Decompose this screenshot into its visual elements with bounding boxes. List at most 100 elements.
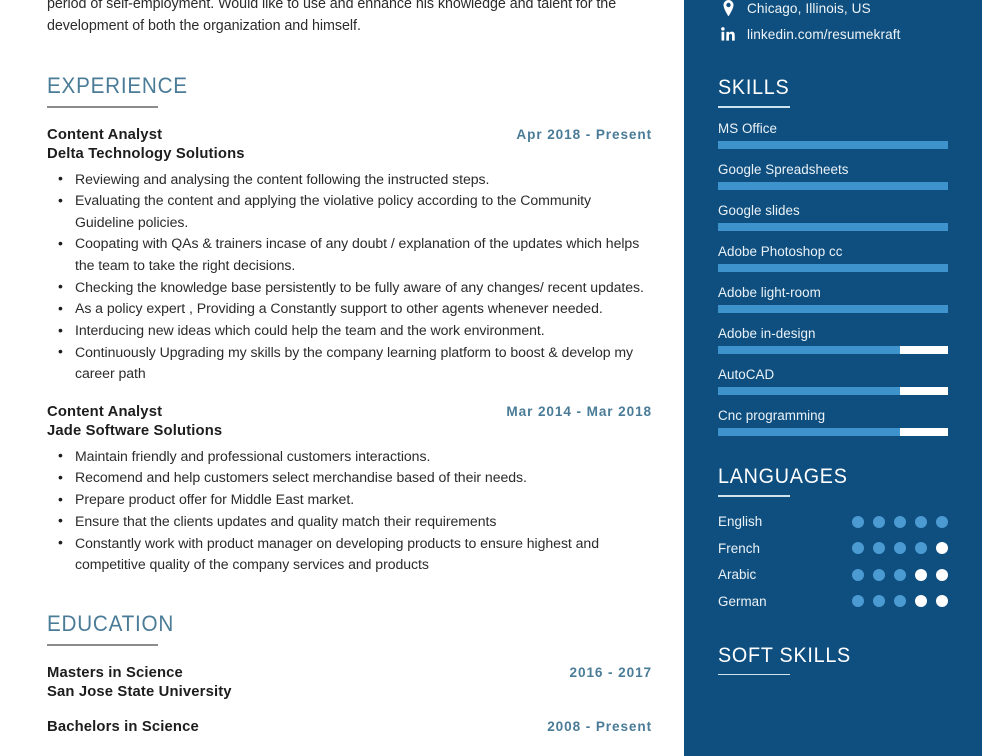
rating-dot [894,515,906,528]
skill-bar-fill [718,386,900,395]
skill-bar-fill [718,140,948,149]
skill-item: Cnc programming [718,408,948,436]
skill-label: AutoCAD [718,366,775,382]
rating-dot [915,595,927,608]
summary-line: period of self-employment. Would like to… [47,0,617,12]
skills-section-header: SKILLS [718,76,948,108]
summary-line: development of both the organization and… [47,17,361,34]
education-section-header: EDUCATION [47,611,652,646]
skill-item: Adobe light-room [718,285,948,313]
rating-dot [873,568,885,581]
skill-label: Google Spreadsheets [718,161,849,177]
resume-sidebar: 202 555 0120 Chicago, Illinois, US [684,0,982,756]
job-bullet-list: Maintain friendly and professional custo… [47,445,652,576]
language-label: German [718,593,767,609]
summary-section: challenges. Confident, eager to learn. H… [47,0,652,37]
experience-entry-header: Content Analyst Apr 2018 - Present [47,127,652,143]
skill-bar-fill [718,263,948,272]
experience-heading: EXPERIENCE [47,73,188,98]
job-bullet: Interducing new ideas which could help t… [47,320,652,342]
education-degree: Masters in Science [47,664,183,681]
job-date: Mar 2014 - Mar 2018 [506,403,652,419]
skill-bar-track [718,140,948,149]
languages-heading: LANGUAGES [718,464,848,488]
job-company: Jade Software Solutions [47,422,223,439]
rating-dot [915,515,927,528]
linkedin-icon [718,27,738,41]
skill-bar-track [718,427,948,436]
job-title: Content Analyst [47,403,163,420]
education-entry: Masters in Science 2016 - 2017 San Jose … [47,665,652,700]
rating-dot [894,542,906,555]
language-rating [852,568,948,581]
contact-item-linkedin[interactable]: linkedin.com/resumekraft [718,21,948,47]
language-rating [852,515,948,528]
job-bullet: Checking the knowledge base persistently… [47,276,652,298]
rating-dot [936,542,948,555]
skill-bar-fill [718,181,948,190]
rating-dot [873,595,885,608]
skill-item: Adobe in-design [718,326,948,354]
job-bullet: Coopating with QAs & trainers incase of … [47,233,652,276]
language-label: English [718,514,763,530]
skill-label: Google slides [718,202,800,218]
skills-heading: SKILLS [718,76,790,99]
job-bullet-list: Reviewing and analysing the content foll… [47,168,652,385]
skill-label: Adobe light-room [718,284,821,300]
soft-skills-section-header: SOFT SKILLS [718,644,948,676]
rating-dot [852,568,864,581]
heading-rule [47,644,158,646]
skill-bar-track [718,222,948,231]
job-bullet: As a policy expert , Providing a Constan… [47,298,652,320]
skill-bar-fill [718,345,900,354]
language-item: French [718,535,948,562]
language-rating [852,542,948,555]
skill-label: Adobe in-design [718,325,816,341]
language-label: French [718,540,760,556]
job-company: Delta Technology Solutions [47,145,245,162]
experience-entry: Content Analyst Mar 2014 - Mar 2018 Jade… [47,404,652,576]
rating-dot [894,568,906,581]
contact-text: Chicago, Illinois, US [747,0,871,16]
rating-dot [936,515,948,528]
job-bullet: Recomend and help customers select merch… [47,467,652,489]
job-bullet: Constantly work with product manager on … [47,532,652,576]
skill-label: Cnc programming [718,407,826,423]
contact-list: 202 555 0120 Chicago, Illinois, US [718,0,948,47]
education-school: San Jose State University [47,683,232,700]
contact-item-location: Chicago, Illinois, US [718,0,948,21]
rating-dot [852,595,864,608]
rating-dot [936,595,948,608]
education-date: 2008 - Present [547,718,652,734]
job-title: Content Analyst [47,126,163,143]
skill-bar-track [718,386,948,395]
skill-item: AutoCAD [718,367,948,395]
resume-page: challenges. Confident, eager to learn. H… [0,0,1006,756]
education-entry: Bachelors in Science 2008 - Present [47,719,652,735]
job-bullet: Prepare product offer for Middle East ma… [47,489,652,511]
rating-dot [873,542,885,555]
heading-rule [718,106,790,108]
skill-label: MS Office [718,120,777,136]
contact-text: linkedin.com/resumekraft [747,26,901,42]
heading-rule [47,106,158,108]
education-date: 2016 - 2017 [569,664,652,680]
experience-section-header: EXPERIENCE [47,73,652,108]
job-bullet: Continuously Upgrading my skills by the … [47,341,652,385]
skill-bar-fill [718,222,948,231]
rating-dot [873,515,885,528]
skill-bar-track [718,181,948,190]
language-item: English [718,509,948,536]
education-degree: Bachelors in Science [47,718,199,735]
heading-rule [718,673,790,676]
job-bullet: Maintain friendly and professional custo… [47,445,652,467]
skill-bar-track [718,345,948,354]
skill-item: Adobe Photoshop cc [718,244,948,272]
soft-skills-heading: SOFT SKILLS [718,643,851,667]
skill-item: MS Office [718,121,948,149]
experience-entry: Content Analyst Apr 2018 - Present Delta… [47,127,652,385]
skill-bar-track [718,304,948,313]
rating-dot [915,568,927,581]
languages-section-header: LANGUAGES [718,465,948,497]
skill-bar-track [718,263,948,272]
